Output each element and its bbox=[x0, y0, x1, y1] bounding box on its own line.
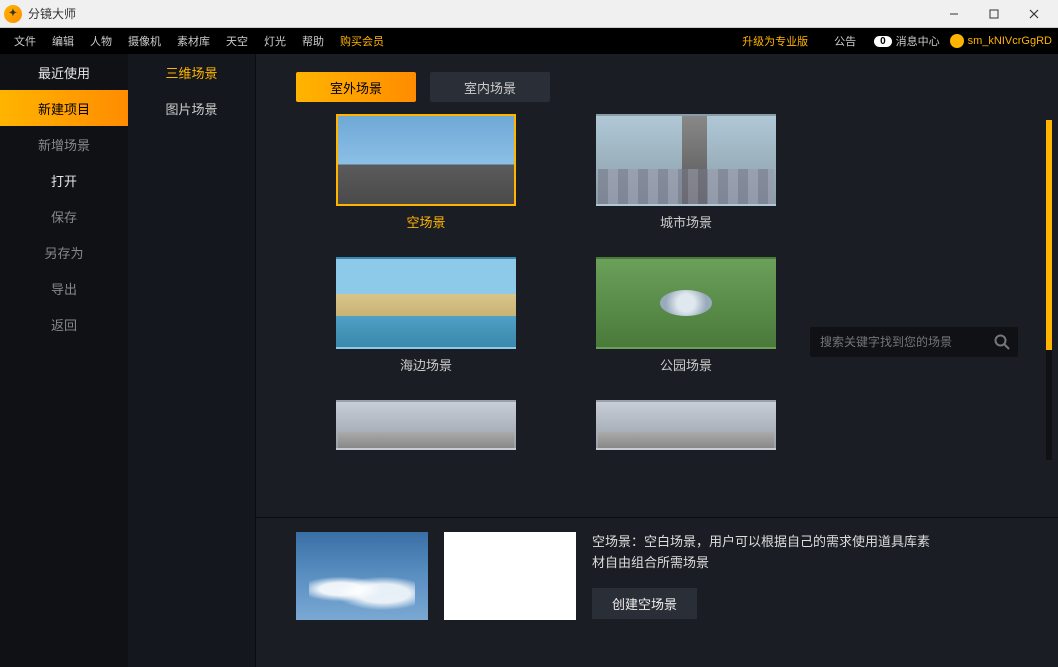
scrollbar-thumb[interactable] bbox=[1046, 120, 1052, 350]
menu-file[interactable]: 文件 bbox=[6, 29, 44, 53]
username-label: sm_kNIVcrGgRD bbox=[968, 35, 1052, 47]
scene-card-park[interactable]: 公园场景 bbox=[586, 257, 786, 374]
tab-indoor[interactable]: 室内场景 bbox=[430, 72, 550, 102]
scene-type-tabs: 室外场景 室内场景 bbox=[256, 54, 1058, 114]
menu-sky[interactable]: 天空 bbox=[218, 29, 256, 53]
menu-light[interactable]: 灯光 bbox=[256, 29, 294, 53]
search-box[interactable] bbox=[810, 327, 1018, 357]
message-label: 消息中心 bbox=[896, 33, 940, 49]
scene-thumb bbox=[596, 400, 776, 450]
scene-grid-area: 空场景 城市场景 海边场景 公园场景 bbox=[256, 114, 1058, 517]
avatar-icon bbox=[950, 34, 964, 48]
sidebar-item-save-as[interactable]: 另存为 bbox=[0, 234, 128, 270]
sidebar-item-export[interactable]: 导出 bbox=[0, 270, 128, 306]
scene-thumb bbox=[596, 114, 776, 206]
scene-card-beach[interactable]: 海边场景 bbox=[326, 257, 526, 374]
sidebar2-item-image-scene[interactable]: 图片场景 bbox=[128, 90, 255, 126]
detail-thumb-1 bbox=[296, 532, 428, 620]
scene-card-partial-1[interactable] bbox=[326, 400, 526, 450]
scene-detail-panel: 空场景：空白场景，用户可以根据自己的需求使用道具库素材自由组合所需场景 创建空场… bbox=[256, 517, 1058, 667]
search-input[interactable] bbox=[820, 335, 990, 349]
menu-purchase[interactable]: 购买会员 bbox=[332, 29, 392, 53]
menu-assets[interactable]: 素材库 bbox=[169, 29, 218, 53]
menu-person[interactable]: 人物 bbox=[82, 29, 120, 53]
create-scene-button[interactable]: 创建空场景 bbox=[592, 588, 697, 619]
menu-edit[interactable]: 编辑 bbox=[44, 29, 82, 53]
close-button[interactable] bbox=[1014, 0, 1054, 28]
scene-thumb bbox=[336, 400, 516, 450]
scene-card-partial-2[interactable] bbox=[586, 400, 786, 450]
scene-card-city[interactable]: 城市场景 bbox=[586, 114, 786, 231]
primary-sidebar: 最近使用 新建项目 新增场景 打开 保存 另存为 导出 返回 bbox=[0, 54, 128, 667]
sidebar-item-recent[interactable]: 最近使用 bbox=[0, 54, 128, 90]
sidebar-item-back[interactable]: 返回 bbox=[0, 306, 128, 342]
scene-thumb bbox=[336, 114, 516, 206]
scene-card-empty[interactable]: 空场景 bbox=[326, 114, 526, 231]
main-content: 室外场景 室内场景 空场景 城市场景 海边场景 公 bbox=[256, 54, 1058, 667]
menu-camera[interactable]: 摄像机 bbox=[120, 29, 169, 53]
scene-label: 海边场景 bbox=[400, 355, 452, 374]
sidebar-item-new-scene[interactable]: 新增场景 bbox=[0, 126, 128, 162]
sidebar-item-open[interactable]: 打开 bbox=[0, 162, 128, 198]
announce-link[interactable]: 公告 bbox=[826, 29, 864, 53]
scene-thumb bbox=[336, 257, 516, 349]
detail-thumb-2 bbox=[444, 532, 576, 620]
app-title: 分镜大师 bbox=[28, 5, 76, 22]
scene-label: 城市场景 bbox=[660, 212, 712, 231]
tab-outdoor[interactable]: 室外场景 bbox=[296, 72, 416, 102]
app-logo-icon: ✦ bbox=[4, 5, 22, 23]
maximize-button[interactable] bbox=[974, 0, 1014, 28]
search-icon[interactable] bbox=[990, 330, 1014, 354]
message-center[interactable]: 0 消息中心 bbox=[874, 33, 940, 49]
scene-thumb bbox=[596, 257, 776, 349]
message-count-badge: 0 bbox=[874, 36, 892, 47]
menubar: 文件 编辑 人物 摄像机 素材库 天空 灯光 帮助 购买会员 升级为专业版 公告… bbox=[0, 28, 1058, 54]
sidebar-item-save[interactable]: 保存 bbox=[0, 198, 128, 234]
scene-label: 公园场景 bbox=[660, 355, 712, 374]
scene-label: 空场景 bbox=[406, 212, 445, 231]
sidebar-item-new-project[interactable]: 新建项目 bbox=[0, 90, 128, 126]
sidebar2-item-3d-scene[interactable]: 三维场景 bbox=[128, 54, 255, 90]
minimize-button[interactable] bbox=[934, 0, 974, 28]
upgrade-link[interactable]: 升级为专业版 bbox=[734, 29, 816, 53]
secondary-sidebar: 三维场景 图片场景 bbox=[128, 54, 256, 667]
detail-description: 空场景：空白场景，用户可以根据自己的需求使用道具库素材自由组合所需场景 bbox=[592, 532, 932, 574]
menu-help[interactable]: 帮助 bbox=[294, 29, 332, 53]
window-controls bbox=[934, 0, 1054, 28]
titlebar: ✦ 分镜大师 bbox=[0, 0, 1058, 28]
user-account[interactable]: sm_kNIVcrGgRD bbox=[950, 34, 1052, 48]
